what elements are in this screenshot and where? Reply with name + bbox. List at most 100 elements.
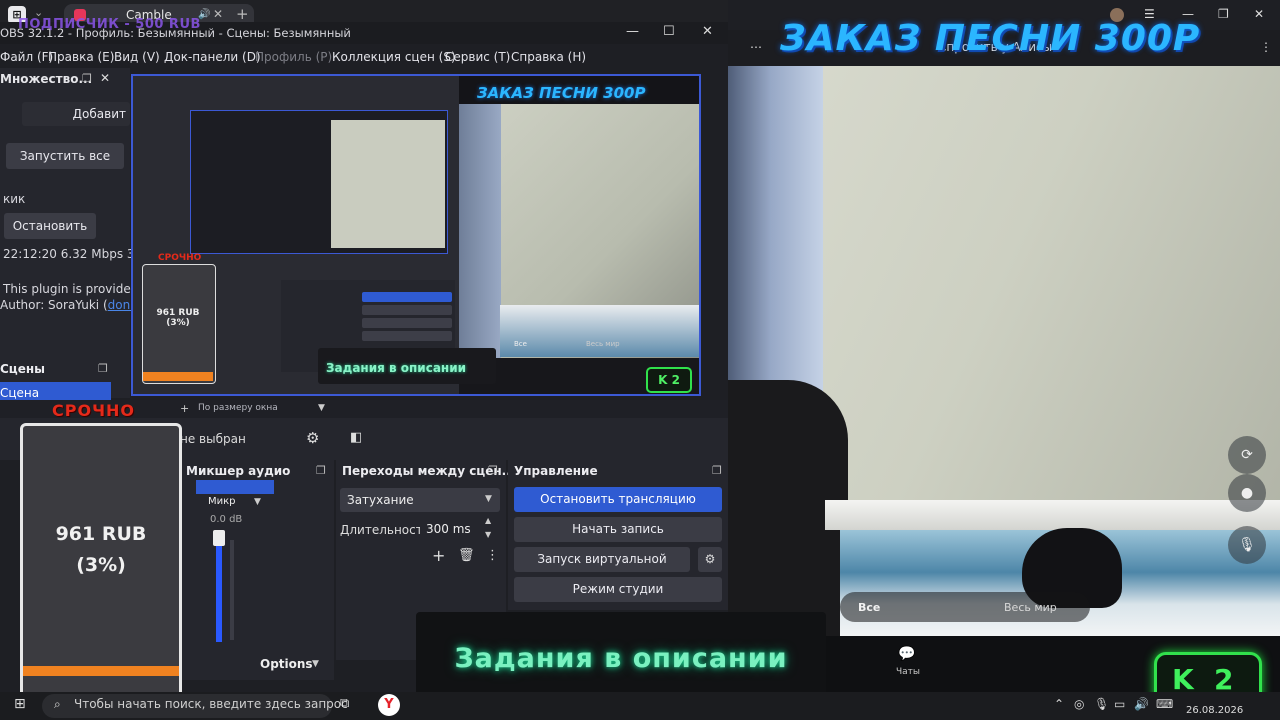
add-target-button[interactable]: Добавит xyxy=(22,102,130,126)
volume-icon[interactable]: 🔊 xyxy=(1134,697,1149,711)
menu-docks[interactable]: Док-панели (D) xyxy=(164,50,261,64)
menu-help[interactable]: Справка (H) xyxy=(511,50,586,64)
duration-label: Длительность xyxy=(340,523,430,537)
tray-app-icon[interactable]: ◎ xyxy=(1074,697,1084,711)
preview-chat-world: Весь мир xyxy=(586,340,620,348)
close-window-icon[interactable]: ✕ xyxy=(702,24,713,39)
preview-urgent: СРОЧНО xyxy=(158,253,202,263)
start-all-button[interactable]: Запустить все xyxy=(6,143,124,169)
volume-handle[interactable] xyxy=(213,530,225,546)
controls-header: Управление xyxy=(514,464,598,478)
new-tab-icon[interactable]: + xyxy=(236,5,249,23)
preview-kick-count: 2 xyxy=(671,373,680,387)
float-scenes-icon[interactable]: ❐ xyxy=(98,362,108,375)
microphone-icon[interactable]: 🎙 xyxy=(1228,526,1266,564)
filters-icon[interactable]: ◧ xyxy=(350,430,362,445)
yandex-browser-icon[interactable]: Y xyxy=(378,694,400,716)
preview-donate-amount: 961 RUB (3%) xyxy=(150,308,206,328)
record-dot-icon[interactable]: ● xyxy=(1228,474,1266,512)
close-tab-icon[interactable]: ✕ xyxy=(213,7,223,21)
plugin-info: This plugin is provided f xyxy=(3,282,147,296)
mixer-header: Микшер аудио xyxy=(186,464,291,478)
virtual-camera-settings-icon[interactable]: ⚙ xyxy=(698,547,722,572)
keyboard-icon[interactable]: ⌨ xyxy=(1156,697,1173,711)
minimize-icon[interactable]: — xyxy=(626,24,639,39)
gear-icon[interactable]: ⚙ xyxy=(306,429,319,447)
duration-down-icon[interactable]: ▼ xyxy=(485,530,491,539)
preview-title: ЗАКАЗ ПЕСНИ 300Р xyxy=(477,84,646,102)
donation-progress xyxy=(23,666,179,676)
restore-browser-icon[interactable]: ❐ xyxy=(1218,7,1229,21)
mixer-options[interactable]: Options xyxy=(260,657,313,671)
preview-start-record xyxy=(362,305,452,315)
more-vertical-icon[interactable]: ⋮ xyxy=(1260,40,1272,54)
preview-virtual-cam xyxy=(362,318,452,328)
plugin-author-text: Author: SoraYuki ( xyxy=(0,298,108,312)
preview-donate-progress xyxy=(143,372,213,381)
start-record-button[interactable]: Начать запись xyxy=(514,517,722,542)
network-icon[interactable]: ▭ xyxy=(1114,697,1125,711)
preview-task-text: Задания в описании xyxy=(326,361,467,375)
add-transition-icon[interactable]: + xyxy=(432,546,445,565)
virtual-camera-button[interactable]: Запуск виртуальной камеры xyxy=(514,547,690,591)
duration-up-icon[interactable]: ▲ xyxy=(485,516,491,525)
chat-filter-all[interactable]: Все xyxy=(858,601,880,614)
mixer-device: Микр xyxy=(208,496,236,507)
mixer-channel-tab[interactable] xyxy=(196,480,274,494)
float-dock-icon[interactable]: ❐ xyxy=(82,72,92,85)
source-status: не выбран xyxy=(180,432,246,446)
preview-nested-camera xyxy=(331,120,445,248)
song-order-title: ЗАКАЗ ПЕСНИ 300Р xyxy=(780,18,1201,59)
add-icon[interactable]: + xyxy=(180,402,189,415)
preview-curtain xyxy=(459,104,501,358)
menu-profile[interactable]: Профиль (P) xyxy=(255,50,332,64)
zoom-mode[interactable]: По размеру окна xyxy=(198,403,278,413)
search-placeholder: Чтобы начать поиск, введите здесь запрос xyxy=(74,697,348,711)
avatar[interactable] xyxy=(1110,8,1124,22)
dock-title: Множество... xyxy=(0,72,93,86)
float-mixer-icon[interactable]: ❐ xyxy=(316,464,326,477)
volume-slider[interactable] xyxy=(216,532,222,642)
tray-chevron-icon[interactable]: ⌃ xyxy=(1054,697,1064,711)
float-controls-icon[interactable]: ❐ xyxy=(712,464,722,477)
menu-tools[interactable]: Сервис (T) xyxy=(445,50,510,64)
trash-icon[interactable]: 🗑 xyxy=(458,548,475,563)
menu-scene-collection[interactable]: Коллекция сцен (S) xyxy=(332,50,456,64)
search-icon: ⌕ xyxy=(54,697,61,711)
refresh-icon[interactable]: ⟳ xyxy=(1228,436,1266,474)
chat-filter-world[interactable]: Весь мир xyxy=(1004,601,1057,614)
preview-donate-percent: (3%) xyxy=(166,318,190,328)
preview-kick-badge: K 2 xyxy=(646,367,692,393)
hamburger-icon[interactable]: ☰ xyxy=(1144,7,1155,21)
task-view-icon[interactable]: ⧉ xyxy=(340,696,349,711)
transition-dropdown-icon[interactable]: ▼ xyxy=(485,494,492,504)
preview-bed xyxy=(500,305,699,357)
donation-amount: 961 RUB xyxy=(55,523,147,545)
task-banner-text: Задания в описании xyxy=(454,643,788,674)
urgent-label: СРОЧНО xyxy=(52,401,135,420)
menu-file[interactable]: Файл (F) xyxy=(0,50,53,64)
device-dropdown-icon[interactable]: ▼ xyxy=(254,497,261,507)
more-dots-icon[interactable]: ⋯ xyxy=(750,40,762,54)
menu-view[interactable]: Вид (V) xyxy=(114,50,160,64)
tray-mic-icon[interactable]: 🎙 xyxy=(1094,697,1109,711)
preview-kick-letter: K xyxy=(658,373,668,387)
target-label: кик xyxy=(3,192,26,206)
volume-meter xyxy=(230,540,234,640)
stream-stats: 22:12:20 6.32 Mbps 3 xyxy=(3,247,135,261)
more-icon[interactable]: ⋮ xyxy=(486,548,499,563)
stop-stream-button[interactable]: Остановить трансляцию xyxy=(514,487,722,512)
zoom-dropdown-icon[interactable]: ▼ xyxy=(318,403,325,413)
menu-edit[interactable]: Правка (E) xyxy=(48,50,114,64)
stop-button[interactable]: Остановить xyxy=(4,213,96,239)
close-dock-icon[interactable]: ✕ xyxy=(100,71,110,85)
chat-bubble-icon[interactable]: 💬 xyxy=(898,646,915,662)
minimize-browser-icon[interactable]: — xyxy=(1182,7,1194,21)
maximize-icon[interactable]: ☐ xyxy=(663,24,675,39)
options-dropdown-icon[interactable]: ▼ xyxy=(312,659,319,669)
chats-label[interactable]: Чаты xyxy=(896,667,920,677)
close-browser-icon[interactable]: ✕ xyxy=(1254,7,1264,21)
float-transitions-icon[interactable]: ❐ xyxy=(488,464,498,477)
start-icon[interactable]: ⊞ xyxy=(14,696,26,712)
studio-mode-button[interactable]: Режим студии xyxy=(514,577,722,602)
